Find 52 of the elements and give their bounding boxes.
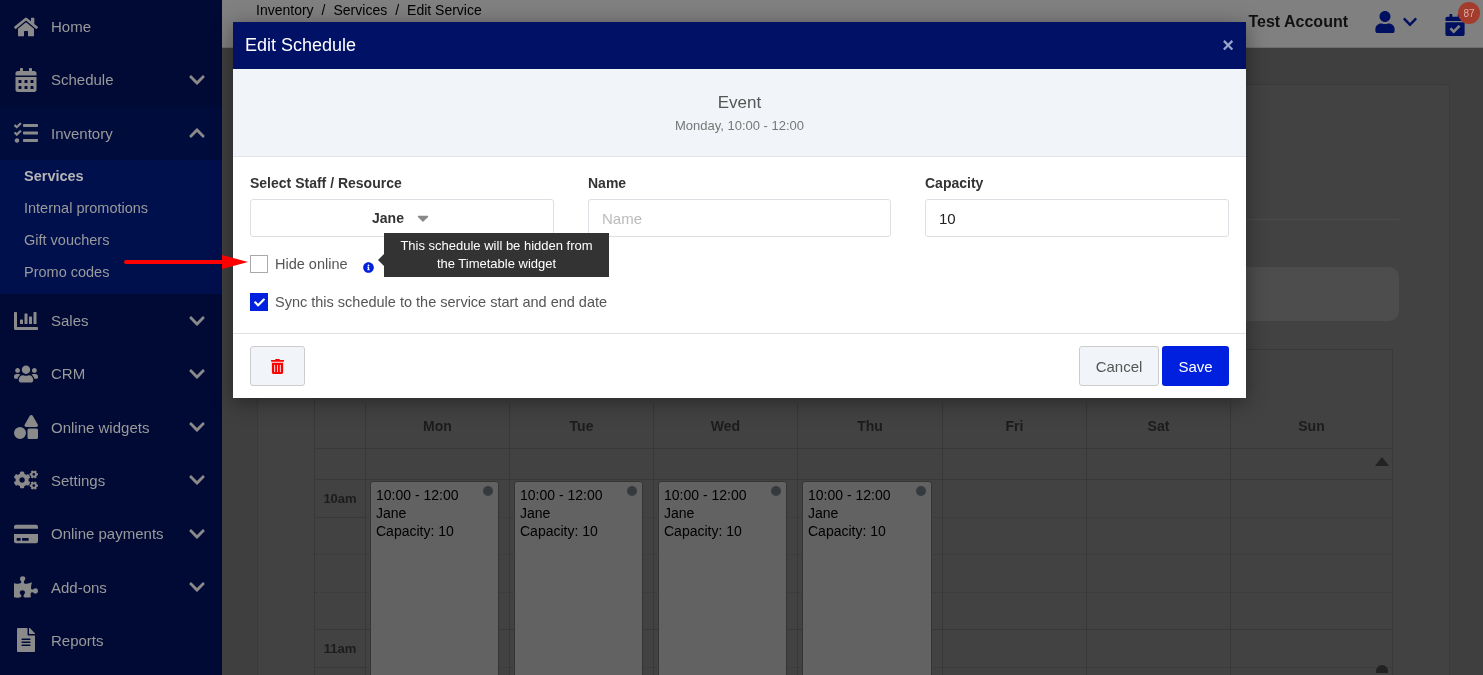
staff-select[interactable]: Jane	[250, 199, 554, 237]
sidebar-item[interactable]: Home	[0, 0, 222, 54]
field-label: Select Staff / Resource	[250, 175, 403, 191]
cancel-button[interactable]: Cancel	[1079, 346, 1159, 386]
field-label: Capacity	[925, 175, 985, 191]
notification-badge: 87	[1458, 2, 1480, 24]
sidebar-item[interactable]: Add-ons	[0, 560, 222, 614]
breadcrumb-separator: /	[321, 2, 326, 18]
calendar-event[interactable]: 10:00 - 12:00 Jane Capacity: 10	[514, 481, 643, 675]
event-time: 10:00 - 12:00	[520, 486, 603, 504]
event-staff: Jane	[520, 504, 551, 522]
sidebar-subitem[interactable]: Gift vouchers	[0, 223, 222, 256]
checkbox-label: Sync this schedule to the service start and end date	[275, 294, 608, 310]
breadcrumb-separator: /	[395, 2, 400, 18]
field-label: Name	[588, 175, 628, 191]
sidebar-subitem[interactable]: Promo codes	[0, 255, 222, 288]
breadcrumb-link[interactable]: Edit Service	[407, 2, 482, 18]
capacity-field[interactable]: 10	[925, 199, 1229, 237]
event-capacity: Capacity: 10	[376, 522, 454, 540]
event-time: 10:00 - 12:00	[664, 486, 747, 504]
name-field[interactable]: Name	[588, 199, 891, 237]
event-title: Event	[717, 93, 762, 113]
account-name: Test Account	[1248, 13, 1348, 31]
event-capacity: Capacity: 10	[664, 522, 742, 540]
event-capacity: Capacity: 10	[808, 522, 886, 540]
calendar-event[interactable]: 10:00 - 12:00 Jane Capacity: 10	[658, 481, 787, 675]
close-button[interactable]: ×	[1222, 34, 1234, 57]
checkbox-label: Hide online	[275, 256, 348, 272]
dialog-title: Edit Schedule	[245, 35, 357, 56]
sidebar-item[interactable]: CRM	[0, 347, 222, 401]
event-staff: Jane	[664, 504, 695, 522]
event-capacity: Capacity: 10	[520, 522, 598, 540]
tooltip: This schedule will be hidden from the Timetable widget	[384, 233, 609, 277]
event-staff: Jane	[808, 504, 839, 522]
calendar-event[interactable]: 10:00 - 12:00 Jane Capacity: 10	[370, 481, 499, 675]
event-time: 10:00 - 12:00	[808, 486, 891, 504]
sidebar-item[interactable]: Reports	[0, 613, 222, 667]
event-staff: Jane	[376, 504, 407, 522]
event-subtitle: Monday, 10:00 - 12:00	[674, 118, 805, 133]
sidebar-subitem[interactable]: Internal promotions	[0, 191, 222, 224]
sidebar-item[interactable]: Online widgets	[0, 400, 222, 454]
sidebar-item[interactable]: Inventory	[0, 106, 222, 160]
sidebar-subitem[interactable]: Services	[0, 159, 222, 192]
save-button[interactable]: Save	[1162, 346, 1229, 386]
sidebar-item[interactable]: Sales	[0, 293, 222, 348]
event-time: 10:00 - 12:00	[376, 486, 459, 504]
calendar-event[interactable]: 10:00 - 12:00 Jane Capacity: 10	[802, 481, 932, 675]
sidebar-item[interactable]: Online payments	[0, 507, 222, 561]
breadcrumb-link[interactable]: Inventory	[256, 2, 314, 18]
breadcrumb-link[interactable]: Services	[333, 2, 388, 18]
sidebar-item[interactable]: Schedule	[0, 53, 222, 107]
sidebar-item[interactable]: Settings	[0, 453, 222, 508]
